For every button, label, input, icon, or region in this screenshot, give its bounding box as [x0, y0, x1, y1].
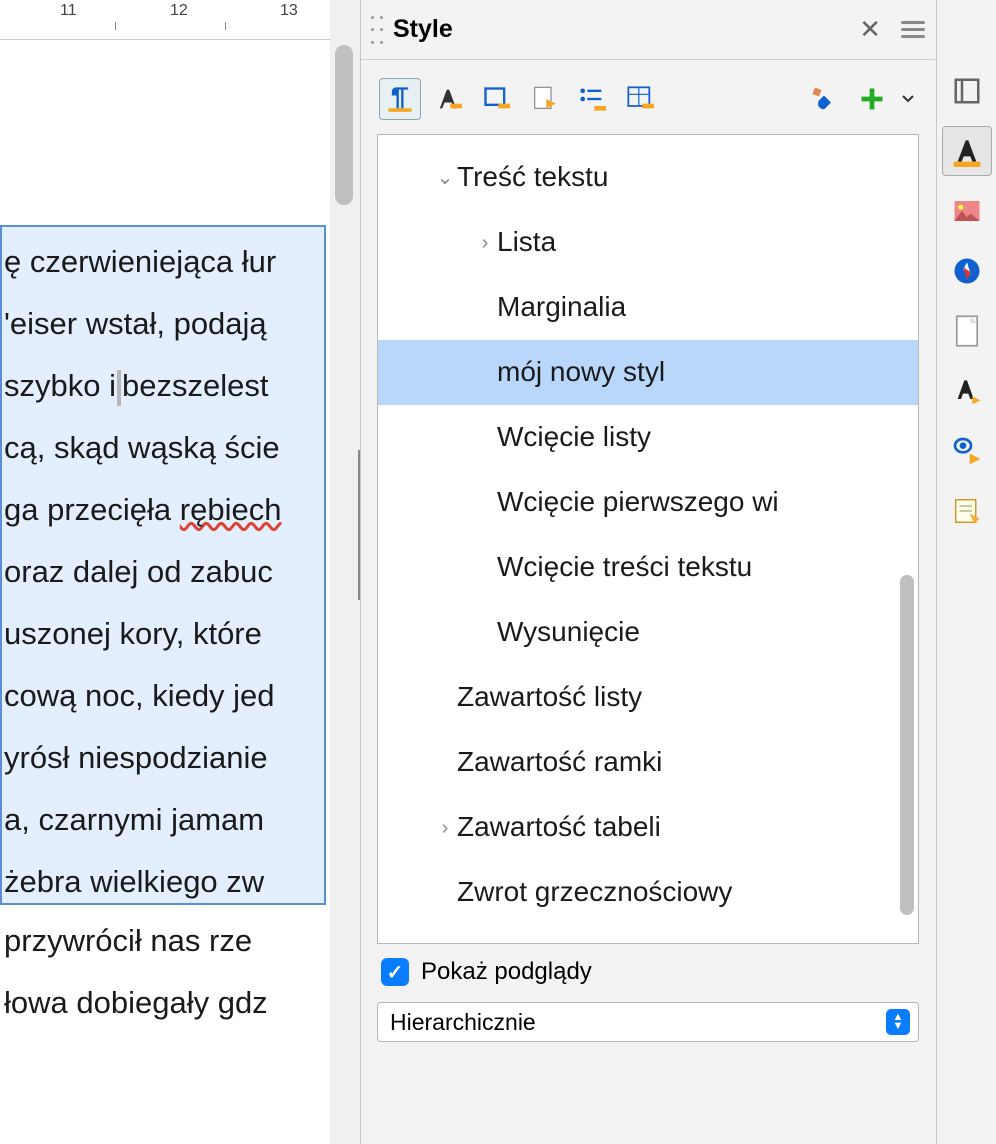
text-line: cową noc, kiedy jed	[4, 665, 324, 727]
style-tree-item[interactable]: Zwrot grzecznościowy	[378, 860, 918, 925]
text-line: szybko ibezszelest	[4, 355, 324, 417]
style-name-label: Wysunięcie	[497, 617, 640, 648]
style-tree-item[interactable]: Marginalia	[378, 275, 918, 340]
accessibility-check-icon[interactable]	[942, 426, 992, 476]
preview-checkbox-label: Pokaż podglądy	[421, 958, 592, 986]
style-name-label: Wcięcie pierwszego wi	[497, 487, 779, 518]
text-line: a, czarnymi jamam	[4, 789, 324, 851]
style-tree-item[interactable]: mój nowy styl	[378, 340, 918, 405]
sidebar-tab-strip	[936, 0, 996, 1144]
ruler-mark: 11	[60, 2, 77, 20]
close-panel-button[interactable]: ✕	[849, 8, 891, 51]
text-line: ę czerwieniejąca łur	[4, 231, 324, 293]
document-area: 11 12 13 ę czerwieniejąca łur 'eiser wst…	[0, 0, 330, 1144]
style-name-label: Treść tekstu	[457, 162, 608, 193]
style-inspector-icon[interactable]	[942, 366, 992, 416]
style-tree-item[interactable]: ›Zawartość tabeli	[378, 795, 918, 860]
manage-changes-icon[interactable]	[942, 486, 992, 536]
style-tree-item[interactable]: Wcięcie pierwszego wi	[378, 470, 918, 535]
panel-menu-button[interactable]	[901, 17, 925, 42]
style-tree-item[interactable]: Wysunięcie	[378, 600, 918, 665]
text-line: 'eiser wstał, podają	[4, 293, 324, 355]
panel-grip-icon[interactable]	[371, 16, 383, 44]
style-name-label: Wcięcie treści tekstu	[497, 552, 752, 583]
text-line: cą, skąd wąską ście	[4, 417, 324, 479]
view-mode-select[interactable]: Hierarchicznie ▲▼	[377, 1002, 919, 1042]
style-category-toolbar	[361, 60, 935, 134]
document-scrollbar[interactable]	[335, 45, 353, 205]
preview-checkbox-row[interactable]: ✓ Pokaż podglądy	[361, 944, 935, 994]
document-selection[interactable]: ę czerwieniejąca łur 'eiser wstał, podaj…	[0, 225, 326, 905]
ruler-mark: 13	[280, 2, 298, 20]
text-line: ga przecięła rębiech	[4, 479, 324, 541]
style-name-label: mój nowy styl	[497, 357, 665, 388]
style-tree-item[interactable]: Wcięcie listy	[378, 405, 918, 470]
paragraph-style-icon[interactable]	[379, 78, 421, 120]
view-mode-value: Hierarchicznie	[390, 1009, 886, 1036]
page-icon[interactable]	[942, 306, 992, 356]
style-tree-item[interactable]: Zawartość listy	[378, 665, 918, 730]
table-style-icon[interactable]	[619, 78, 661, 120]
fill-format-icon[interactable]	[803, 78, 845, 120]
style-name-label: Lista	[497, 227, 556, 258]
navigator-icon[interactable]	[942, 246, 992, 296]
preview-checkbox[interactable]: ✓	[381, 958, 409, 986]
style-tree-item[interactable]: Wcięcie treści tekstu	[378, 535, 918, 600]
style-tree[interactable]: ⌄Treść tekstu›ListaMarginaliamój nowy st…	[378, 135, 918, 935]
panel-header: Style ✕	[361, 0, 935, 60]
panel-title: Style	[393, 15, 849, 44]
page-style-icon[interactable]	[523, 78, 565, 120]
style-name-label: Zwrot grzecznościowy	[457, 877, 732, 908]
style-name-label: Marginalia	[497, 292, 626, 323]
text-line: żebra wielkiego zw	[4, 851, 324, 905]
style-tree-item[interactable]: ⌄Treść tekstu	[378, 145, 918, 210]
new-style-dropdown-icon[interactable]	[899, 78, 917, 120]
ruler-mark: 12	[170, 2, 188, 20]
style-tree-container: ⌄Treść tekstu›ListaMarginaliamój nowy st…	[377, 134, 919, 944]
style-name-label: Zawartość ramki	[457, 747, 662, 778]
text-cursor	[117, 370, 121, 406]
style-name-label: Wcięcie listy	[497, 422, 651, 453]
chevron-down-icon[interactable]: ⌄	[433, 167, 457, 189]
styles-icon[interactable]	[942, 126, 992, 176]
style-name-label: Zawartość tabeli	[457, 812, 661, 843]
text-line: przywrócił nas rze	[4, 910, 326, 972]
properties-icon[interactable]	[942, 66, 992, 116]
list-style-icon[interactable]	[571, 78, 613, 120]
chevron-right-icon[interactable]: ›	[473, 232, 497, 254]
gallery-icon[interactable]	[942, 186, 992, 236]
style-tree-item[interactable]: ›Lista	[378, 210, 918, 275]
document-text-below[interactable]: przywrócił nas rze łowa dobiegały gdz	[0, 910, 326, 1034]
styles-panel: Style ✕ ⌄Tr	[360, 0, 935, 1144]
style-tree-item[interactable]: Zawartość ramki	[378, 730, 918, 795]
style-name-label: Zawartość listy	[457, 682, 642, 713]
new-style-icon[interactable]	[851, 78, 893, 120]
text-line: łowa dobiegały gdz	[4, 972, 326, 1034]
text-line: uszonej kory, które	[4, 603, 324, 665]
text-line: yrósł niespodzianie	[4, 727, 324, 789]
horizontal-ruler[interactable]: 11 12 13	[0, 0, 330, 40]
chevron-right-icon[interactable]: ›	[433, 817, 457, 839]
text-line: oraz dalej od zabuc	[4, 541, 324, 603]
frame-style-icon[interactable]	[475, 78, 517, 120]
select-arrows-icon: ▲▼	[886, 1009, 910, 1035]
character-style-icon[interactable]	[427, 78, 469, 120]
tree-scrollbar[interactable]	[900, 575, 914, 915]
